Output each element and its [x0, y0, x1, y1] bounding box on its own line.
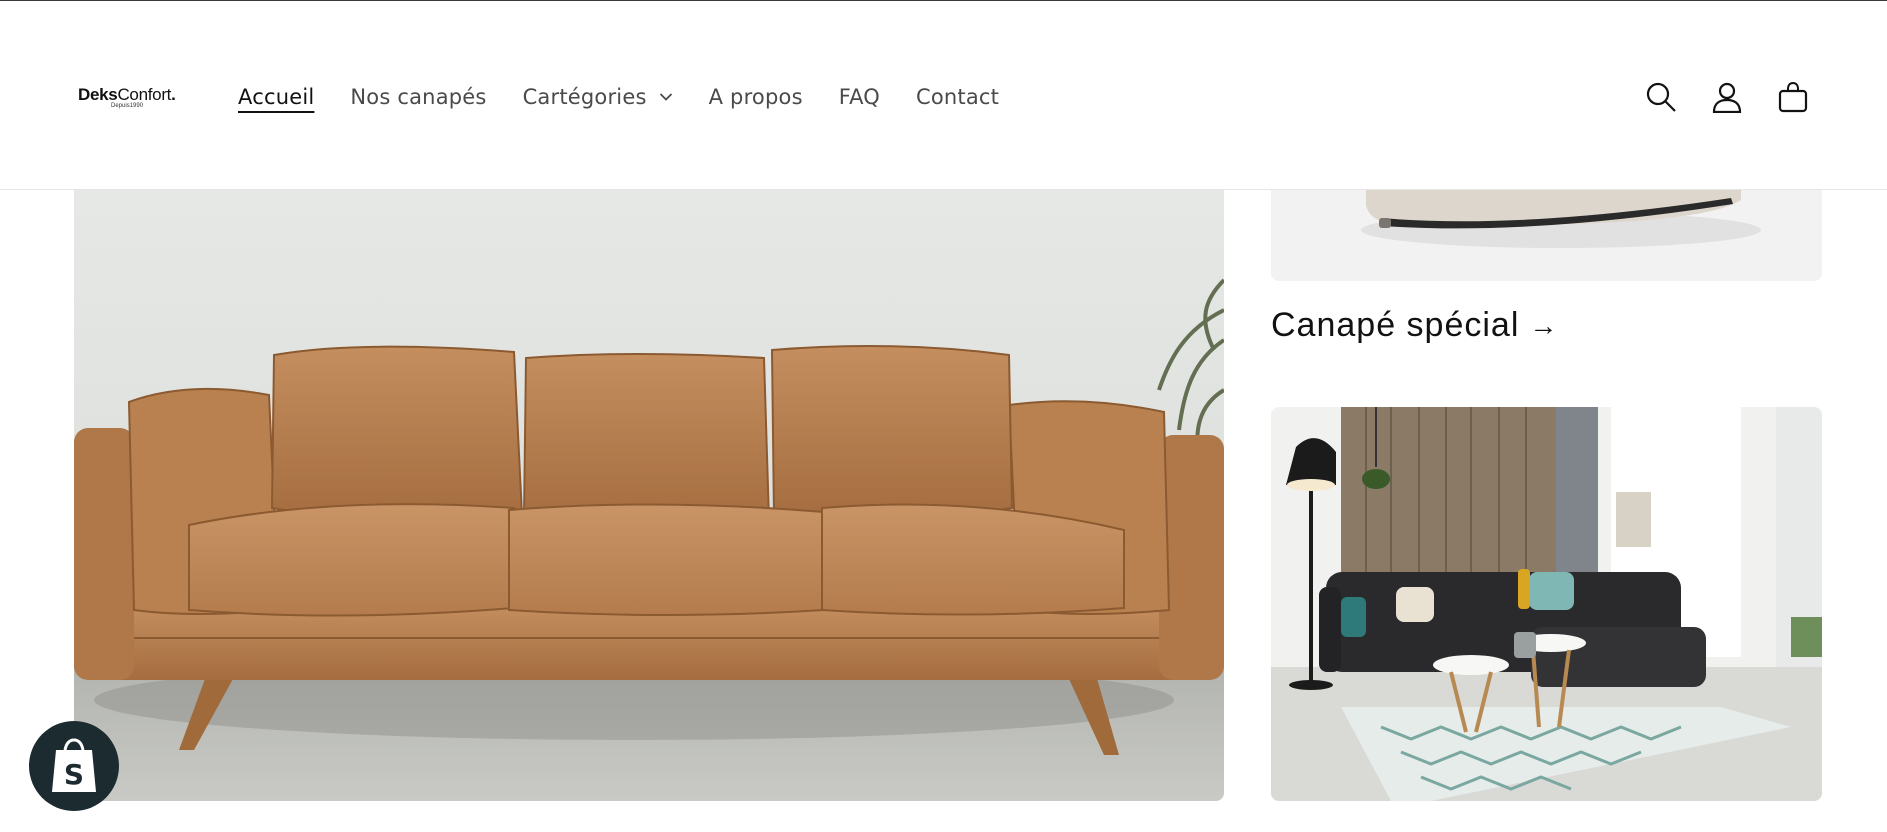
sofa-product-image	[1271, 190, 1822, 281]
living-room-image	[1271, 407, 1822, 801]
nav-item-categories-label: Cartégories	[522, 85, 647, 109]
nav-item-categories[interactable]: Cartégories	[523, 85, 673, 109]
chevron-down-icon	[659, 93, 672, 101]
collection-link-canape-special[interactable]: Canapé spécial →	[1271, 306, 1558, 345]
account-icon	[1712, 82, 1742, 113]
collection-title: Canapé spécial	[1271, 306, 1520, 344]
nav-item-contact[interactable]: Contact	[916, 85, 999, 109]
cart-icon	[1778, 81, 1808, 113]
search-button[interactable]	[1641, 77, 1681, 117]
brand-logo[interactable]: DeksConfort. Depuis1990	[78, 85, 188, 115]
nav-item-nos-canapes[interactable]: Nos canapés	[350, 85, 486, 109]
shopify-badge-button[interactable]: S	[29, 721, 119, 811]
nav-item-faq[interactable]: FAQ	[839, 85, 880, 109]
search-icon	[1646, 82, 1676, 112]
logo-tagline: Depuis1990	[111, 103, 144, 109]
shopify-bag-icon: S	[52, 738, 96, 792]
header-icons	[1615, 77, 1813, 117]
arrow-right-icon: →	[1529, 309, 1559, 341]
cart-button[interactable]	[1773, 77, 1813, 117]
nav-item-a-propos[interactable]: A propos	[709, 85, 803, 109]
account-button[interactable]	[1707, 77, 1747, 117]
collection-card-image-living-room[interactable]	[1271, 407, 1822, 801]
main-nav: Accueil Nos canapés Cartégories A propos…	[238, 79, 1035, 115]
collection-card-image-top[interactable]	[1271, 190, 1822, 281]
site-header: DeksConfort. Depuis1990 Accueil Nos cana…	[0, 1, 1887, 190]
svg-text:S: S	[64, 758, 84, 791]
leather-sofa-illustration	[74, 190, 1224, 801]
nav-item-accueil[interactable]: Accueil	[238, 85, 314, 109]
hero-image-leather-sofa[interactable]	[74, 190, 1224, 801]
logo-wordmark: DeksConfort.	[78, 85, 176, 104]
